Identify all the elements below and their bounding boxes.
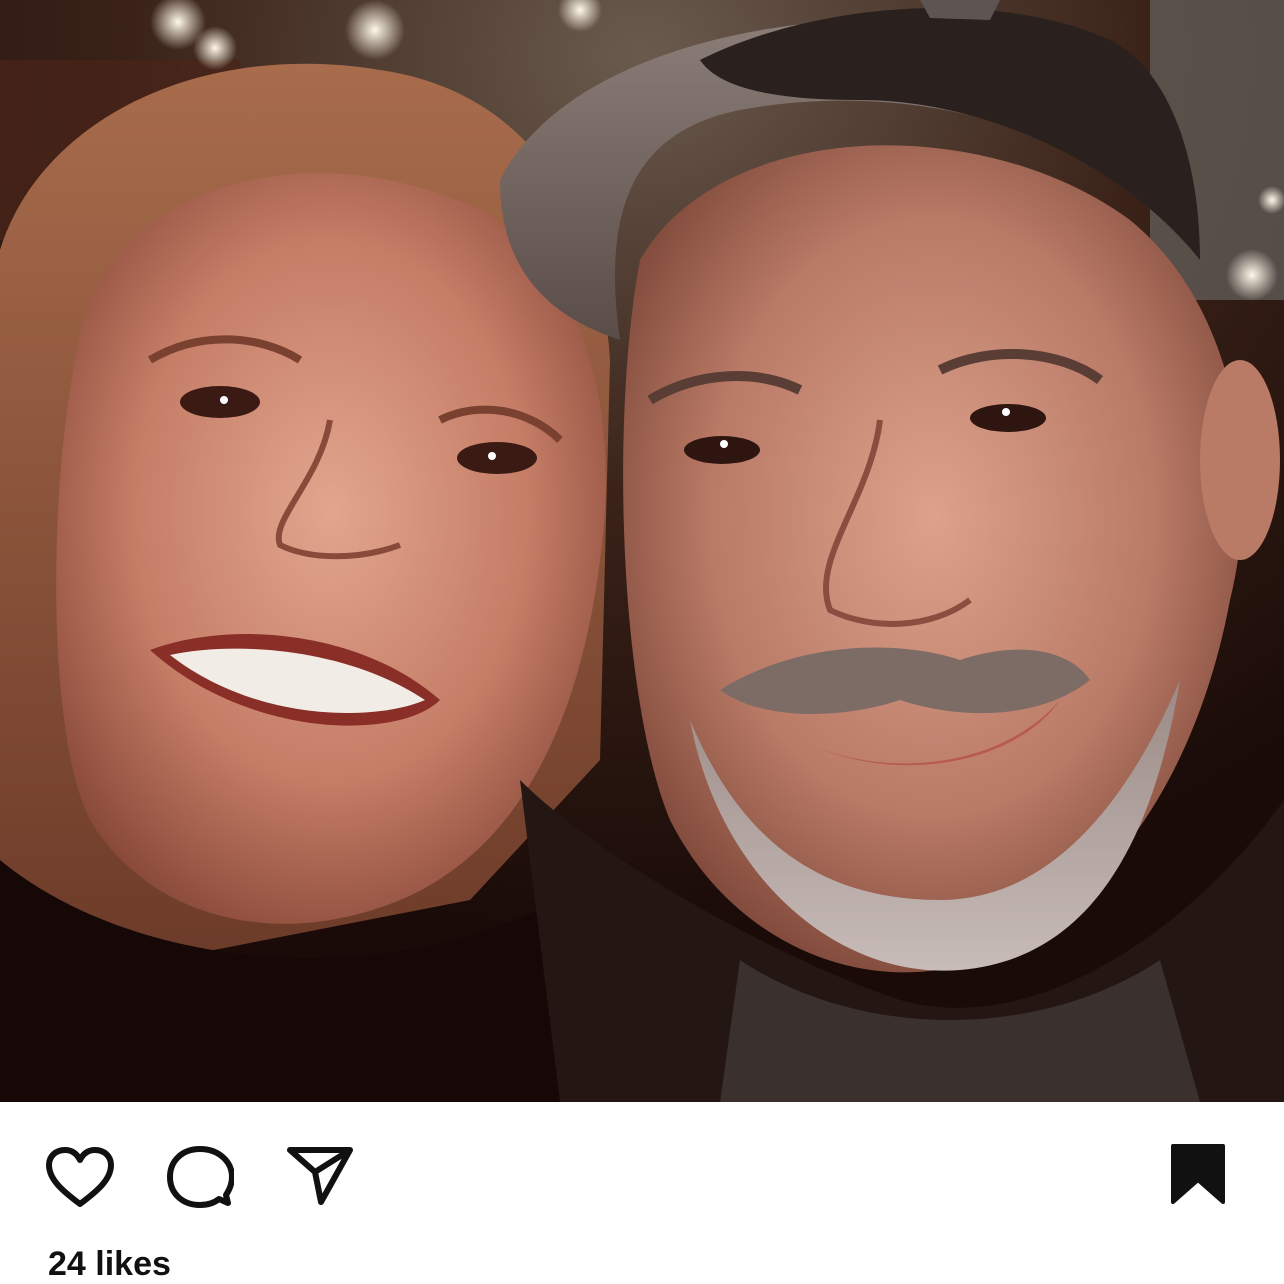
heart-outline-icon[interactable] (44, 1146, 116, 1210)
post-action-bar (0, 1102, 1284, 1242)
paper-plane-icon[interactable] (285, 1143, 355, 1207)
comment-bubble-icon[interactable] (166, 1145, 234, 1211)
likes-count[interactable]: 24 likes (48, 1244, 171, 1284)
bookmark-filled-icon[interactable] (1168, 1142, 1228, 1206)
post-photo[interactable] (0, 0, 1284, 1102)
